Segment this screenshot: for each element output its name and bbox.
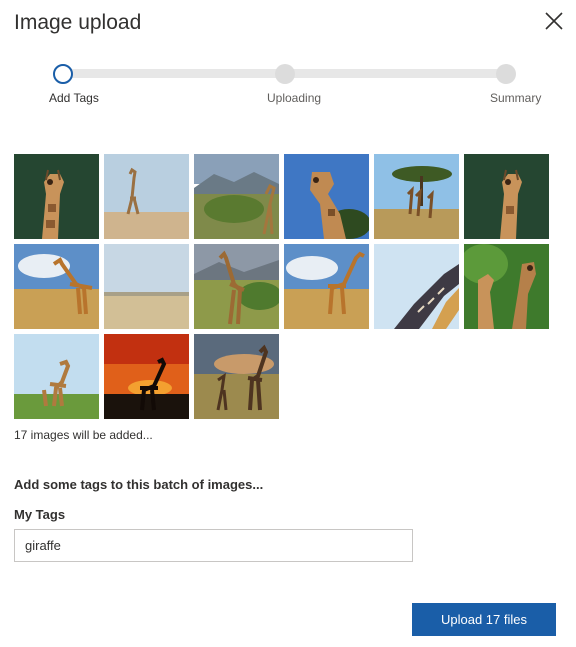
close-icon[interactable] [543,10,565,32]
step-dot-uploading [275,64,295,84]
my-tags-input[interactable] [14,529,413,562]
image-thumbnail[interactable] [284,154,369,239]
progress-stepper: Add Tags Uploading Summary [0,60,576,110]
image-thumbnail[interactable] [194,154,279,239]
image-thumbnail[interactable] [194,244,279,329]
image-thumbnail[interactable] [464,244,549,329]
step-dot-add-tags [53,64,73,84]
image-thumbnail[interactable] [14,244,99,329]
image-thumbnail[interactable] [374,244,459,329]
image-thumbnail[interactable] [194,334,279,419]
image-thumbnail[interactable] [104,244,189,329]
step-label-uploading: Uploading [267,91,322,105]
image-thumbnail[interactable] [104,334,189,419]
image-thumbnail[interactable] [374,154,459,239]
image-thumbnail[interactable] [104,154,189,239]
image-thumbnail[interactable] [284,244,369,329]
my-tags-label: My Tags [14,507,66,522]
tags-section-title: Add some tags to this batch of images... [14,477,264,492]
step-label-summary: Summary [490,91,542,105]
image-thumbnail[interactable] [464,154,549,239]
upload-button[interactable]: Upload 17 files [412,603,556,636]
dialog-title: Image upload [14,11,142,34]
image-thumbnail[interactable] [14,154,99,239]
image-thumbnail[interactable] [14,334,99,419]
step-label-add-tags: Add Tags [49,91,99,105]
image-count-text: 17 images will be added... [14,428,153,442]
step-dot-summary [496,64,516,84]
